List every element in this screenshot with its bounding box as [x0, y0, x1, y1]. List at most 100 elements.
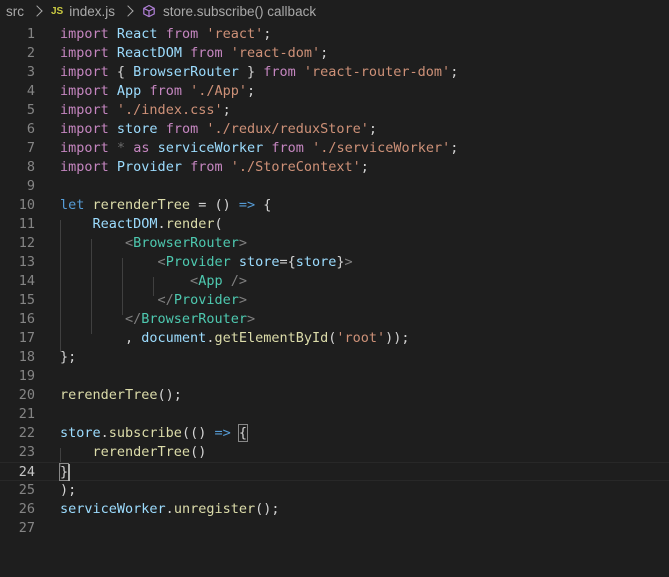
code-token: </: [125, 311, 142, 327]
code-line[interactable]: 6 import store from './redux/reduxStore';: [0, 120, 669, 139]
code-token: React: [116, 26, 158, 42]
breadcrumb-symbol[interactable]: store.subscribe() callback: [161, 4, 318, 19]
code-editor[interactable]: 1 import React from 'react'; 2 import React…: [0, 22, 669, 577]
code-line[interactable]: 19: [0, 367, 669, 386]
code-line[interactable]: 18};: [0, 348, 669, 367]
code-token: {: [108, 64, 134, 80]
line-number: 11: [18, 216, 35, 232]
code-token: ;: [450, 64, 459, 80]
breadcrumb-folder[interactable]: src: [0, 4, 26, 19]
code-line[interactable]: 17 , document.getElementById('root'));: [0, 329, 669, 348]
code-token: './serviceWorker': [312, 140, 451, 156]
line-number: 1: [26, 26, 35, 42]
code-token: ={: [279, 254, 296, 270]
code-line[interactable]: 12 <BrowserRouter>: [0, 234, 669, 253]
code-token: {: [255, 197, 272, 213]
code-line[interactable]: 16 </BrowserRouter>: [0, 310, 669, 329]
breadcrumb-file[interactable]: index.js: [67, 4, 117, 19]
code-token: rerenderTree: [60, 387, 158, 403]
code-token: }: [336, 254, 345, 270]
code-token: BrowserRouter: [133, 64, 239, 80]
code-token: store: [295, 254, 337, 270]
code-token: 'react-router-dom': [303, 64, 451, 80]
code-line[interactable]: 23 rerenderTree(): [0, 443, 669, 462]
line-number: 26: [18, 501, 35, 517]
code-line[interactable]: 1 import React from 'react';: [0, 25, 669, 44]
line-number: 3: [26, 64, 35, 80]
code-line[interactable]: 22 store.subscribe(() => {: [0, 424, 669, 443]
symbol-method-icon: [142, 4, 156, 18]
code-token: import: [60, 83, 109, 99]
code-line[interactable]: 2 import ReactDOM from 'react-dom';: [0, 44, 669, 63]
code-line[interactable]: 27: [0, 519, 669, 538]
code-line[interactable]: 24}: [0, 462, 669, 481]
code-line[interactable]: 25);: [0, 481, 669, 500]
code-token: }: [58, 463, 70, 481]
code-line[interactable]: 9: [0, 177, 669, 196]
code-token: BrowserRouter: [141, 311, 247, 327]
code-line[interactable]: 4 import App from './App';: [0, 82, 669, 101]
code-text: </Provider>: [60, 291, 247, 310]
code-line[interactable]: 13 <Provider store={store}>: [0, 253, 669, 272]
code-line[interactable]: 14 <App />: [0, 272, 669, 291]
code-token: from: [190, 159, 223, 175]
javascript-file-icon: JS: [51, 5, 64, 17]
code-line[interactable]: 10 let rerenderTree = () => {: [0, 196, 669, 215]
code-token: ((): [181, 425, 215, 441]
code-text: import ReactDOM from 'react-dom';: [60, 44, 328, 63]
code-line[interactable]: 8 import Provider from './StoreContext';: [0, 158, 669, 177]
code-line[interactable]: 5 import './index.css';: [0, 101, 669, 120]
code-token: =>: [238, 197, 256, 213]
line-number: 2: [26, 45, 35, 61]
code-token: serviceWorker: [157, 140, 264, 156]
code-token: ));: [385, 330, 410, 346]
line-number: 4: [26, 83, 35, 99]
line-number: 25: [18, 482, 35, 498]
code-line[interactable]: 11 ReactDOM.render(: [0, 215, 669, 234]
code-token: ;: [450, 140, 459, 156]
code-line[interactable]: 20 rerenderTree();: [0, 386, 669, 405]
code-token: ;: [320, 45, 329, 61]
line-number: 10: [18, 197, 35, 213]
line-number: 8: [26, 159, 35, 175]
line-number: 19: [18, 368, 35, 384]
code-token: {: [237, 424, 249, 442]
code-token: import: [60, 64, 109, 80]
code-token: './StoreContext': [230, 159, 361, 175]
code-token: import: [60, 121, 109, 137]
line-number: 5: [26, 102, 35, 118]
code-line[interactable]: 7 import * as serviceWorker from './servi…: [0, 139, 669, 158]
code-token: ReactDOM: [92, 216, 158, 232]
chevron-right-icon: [122, 5, 134, 17]
code-line[interactable]: 15 </Provider>: [0, 291, 669, 310]
code-token: ReactDOM: [116, 45, 182, 61]
code-text: );: [60, 481, 76, 500]
code-text: </BrowserRouter>: [60, 310, 255, 329]
code-line[interactable]: 26 serviceWorker.unregister();: [0, 500, 669, 519]
code-text: };: [60, 348, 76, 367]
code-token: let: [60, 197, 85, 213]
code-token: ,: [60, 330, 142, 346]
line-number: 7: [26, 140, 35, 156]
code-token: }: [238, 64, 264, 80]
code-line[interactable]: 21: [0, 405, 669, 424]
code-token: from: [165, 121, 199, 137]
code-line[interactable]: 3 import { BrowserRouter } from 'react-ro…: [0, 63, 669, 82]
